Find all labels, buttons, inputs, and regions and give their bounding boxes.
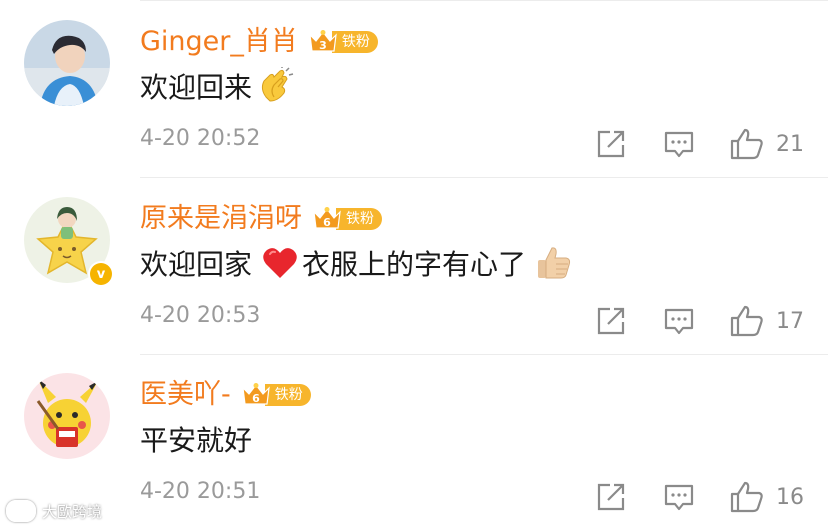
comment-icon: [664, 308, 694, 335]
username[interactable]: Ginger_肖肖: [140, 24, 298, 60]
reply-button[interactable]: [664, 303, 694, 339]
timestamp: 4-20 20:52: [140, 126, 261, 151]
comment-item: v 原来是涓涓呀 6 铁粉 欢迎回家 衣服上的字有心了 4-20 20:53 1…: [0, 179, 828, 355]
timestamp: 4-20 20:51: [140, 479, 261, 504]
thumbs-up-icon: [730, 128, 763, 160]
svg-text:6: 6: [252, 392, 260, 405]
like-count: 17: [776, 308, 804, 334]
share-button[interactable]: [596, 126, 626, 162]
fan-badge[interactable]: 6 铁粉: [241, 382, 311, 408]
fan-badge-label: 铁粉: [336, 208, 382, 230]
share-icon: [597, 130, 625, 158]
share-button[interactable]: [596, 303, 626, 339]
fan-badge[interactable]: 3 铁粉: [308, 29, 378, 55]
comment-text-before: 欢迎回家: [140, 248, 253, 281]
username[interactable]: 原来是涓涓呀: [140, 201, 302, 237]
fan-crown-icon: 3: [309, 30, 337, 52]
fan-badge-label: 铁粉: [331, 31, 378, 53]
comment-text: 欢迎回家 衣服上的字有心了: [140, 243, 576, 283]
comment-icon: [664, 131, 694, 158]
share-icon: [597, 483, 625, 511]
watermark-logo-icon: [6, 500, 36, 522]
verified-v-icon: v: [90, 263, 112, 285]
comment-icon: [664, 484, 694, 511]
reply-button[interactable]: [664, 126, 694, 162]
share-icon: [597, 307, 625, 335]
red-heart-emoji-icon: [263, 248, 297, 278]
fan-crown-icon: 6: [241, 383, 270, 405]
like-count: 16: [776, 484, 804, 510]
avatar[interactable]: [24, 373, 110, 459]
comment-text-content: 欢迎回来: [140, 71, 253, 104]
like-count: 21: [776, 131, 804, 157]
comment-item: 医美吖- 6 铁粉 平安就好 4-20 20:51 16: [0, 355, 828, 531]
thumbs-up-emoji-icon: [538, 247, 571, 279]
svg-text:6: 6: [323, 216, 331, 229]
like-button[interactable]: 16: [730, 479, 804, 515]
name-row: Ginger_肖肖 3 铁粉: [140, 24, 378, 60]
name-row: 原来是涓涓呀 6 铁粉: [140, 201, 382, 237]
name-row: 医美吖- 6 铁粉: [140, 377, 311, 413]
avatar-photo-icon: [24, 20, 110, 106]
watermark: 大歐跨境: [6, 500, 102, 522]
username[interactable]: 医美吖-: [140, 377, 231, 413]
watermark-text: 大歐跨境: [42, 502, 103, 521]
reply-button[interactable]: [664, 479, 694, 515]
comment-text: 平安就好: [140, 419, 252, 459]
comment-text-after: 衣服上的字有心了: [302, 248, 527, 281]
share-button[interactable]: [596, 479, 626, 515]
fan-crown-icon: 6: [313, 207, 341, 229]
verified-badge: v: [88, 261, 114, 287]
clapping-hands-emoji-icon: [261, 67, 294, 102]
fan-badge[interactable]: 6 铁粉: [312, 206, 382, 232]
divider: [140, 177, 828, 178]
thumbs-up-icon: [730, 305, 763, 337]
top-divider: [140, 0, 828, 1]
svg-text:3: 3: [319, 39, 327, 52]
avatar[interactable]: [24, 20, 110, 106]
fan-badge-label: 铁粉: [264, 384, 311, 406]
comment-text: 欢迎回来: [140, 66, 298, 106]
avatar-pikachu-icon: [24, 373, 110, 459]
timestamp: 4-20 20:53: [140, 303, 261, 328]
like-button[interactable]: 17: [730, 303, 804, 339]
like-button[interactable]: 21: [730, 126, 804, 162]
comment-text-content: 平安就好: [140, 424, 253, 457]
comment-item: Ginger_肖肖 3 铁粉 欢迎回来 4-20 20:52 21: [0, 2, 828, 178]
thumbs-up-icon: [730, 481, 763, 513]
